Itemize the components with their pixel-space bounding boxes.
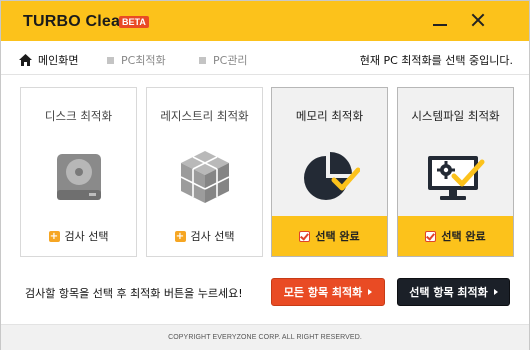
- nav-item-label: PC관리: [213, 54, 248, 67]
- card-title: 디스크 최적화: [44, 109, 113, 123]
- nav-item-main[interactable]: 메인화면: [19, 52, 78, 68]
- hard-disk-icon: [57, 154, 101, 200]
- optimize-selected-button[interactable]: 선택 항목 최적화: [397, 278, 510, 306]
- home-icon: [19, 54, 32, 66]
- memory-pie-check-icon: [304, 152, 360, 200]
- card-action-label: 선택 완료: [315, 230, 360, 243]
- square-icon: [199, 56, 206, 64]
- nav-item-pc-optimize[interactable]: PC최적화: [107, 52, 166, 68]
- minimize-button[interactable]: [432, 13, 448, 29]
- monitor-gear-check-icon: [428, 156, 485, 200]
- card-title: 메모리 최적화: [295, 109, 364, 123]
- status-text: 현재 PC 최적화를 선택 중입니다.: [359, 54, 513, 67]
- arrow-right-icon: [368, 289, 373, 295]
- square-icon: [107, 56, 114, 64]
- card-memory-optimize[interactable]: 메모리 최적화 선택 완료: [271, 87, 388, 257]
- card-action[interactable]: + 검사 선택: [147, 216, 262, 256]
- card-disk-optimize[interactable]: 디스크 최적화 + 검사 선택: [20, 87, 137, 257]
- registry-cubes-icon: [180, 151, 230, 203]
- card-action-label: 선택 완료: [441, 230, 486, 243]
- nav-item-pc-manage[interactable]: PC관리: [199, 52, 248, 68]
- optimize-all-label: 모든 항목 최적화: [283, 286, 363, 299]
- nav-item-label: 메인화면: [38, 54, 79, 67]
- card-title: 레지스트리 최적화: [160, 109, 249, 123]
- card-action-label: 검사 선택: [190, 230, 235, 243]
- plus-icon: +: [174, 230, 186, 242]
- checkbox-checked-icon: [425, 230, 437, 242]
- checkbox-checked-icon: [299, 230, 311, 242]
- title-bar: TURBO Cleaner BETA: [1, 1, 529, 41]
- card-system-file-optimize[interactable]: 시스템파일 최적화 선택 완료: [397, 87, 514, 257]
- card-registry-optimize[interactable]: 레지스트리 최적화 + 검사 선택: [146, 87, 263, 257]
- card-action[interactable]: + 검사 선택: [21, 216, 136, 256]
- footer-copyright: COPYRIGHT EVERYZONE CORP. ALL RIGHT RESE…: [1, 324, 529, 350]
- close-button[interactable]: [470, 12, 486, 28]
- plus-icon: +: [48, 230, 60, 242]
- card-action[interactable]: 선택 완료: [398, 216, 513, 256]
- optimize-all-button[interactable]: 모든 항목 최적화: [271, 278, 385, 306]
- card-title: 시스템파일 최적화: [411, 109, 500, 123]
- instruction-text: 검사할 항목을 선택 후 최적화 버튼을 누르세요!: [25, 287, 243, 300]
- arrow-right-icon: [493, 289, 498, 295]
- main-nav: 메인화면 PC최적화 PC관리 현재 PC 최적화를 선택 중입니다.: [1, 41, 529, 75]
- optimize-selected-label: 선택 항목 최적화: [409, 286, 488, 299]
- card-action-label: 검사 선택: [64, 230, 109, 243]
- nav-item-label: PC최적화: [121, 54, 166, 67]
- beta-badge: BETA: [119, 16, 149, 28]
- app-window: TURBO Cleaner BETA 메인화면 PC최적화 PC관리 현재 PC…: [0, 0, 530, 350]
- card-action[interactable]: 선택 완료: [272, 216, 387, 256]
